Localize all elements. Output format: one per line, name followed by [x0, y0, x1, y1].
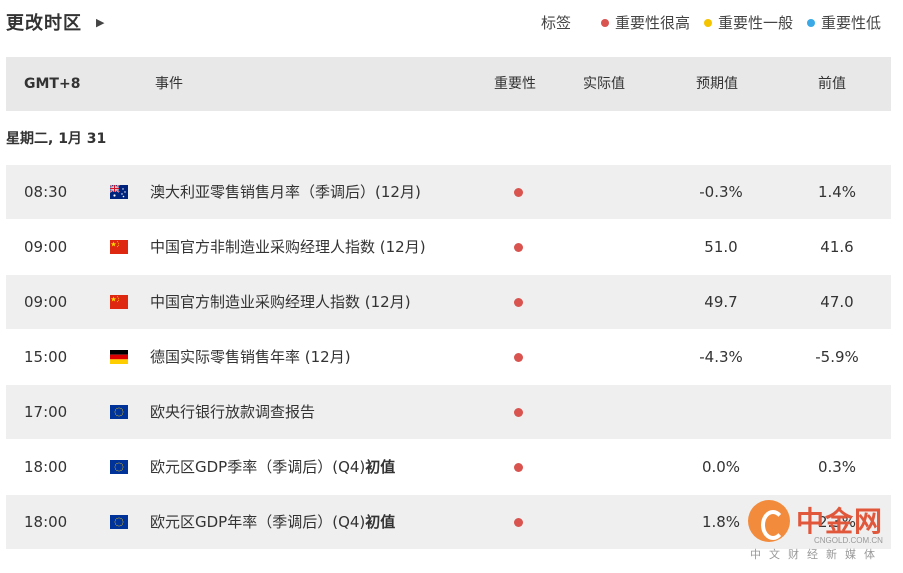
- cngold-logo-icon: [748, 500, 790, 542]
- cn-flag-icon: [110, 240, 128, 254]
- forecast-value: -0.3%: [699, 183, 743, 201]
- legend-label: 重要性一般: [717, 14, 793, 32]
- watermark: 中金网 CNGOLD.COM.CN 中文财经新媒体: [748, 500, 898, 570]
- eu-flag-icon: [110, 460, 128, 474]
- event-text: 德国实际零售销售年率 (12月): [150, 348, 351, 366]
- forecast-value: [676, 385, 766, 439]
- eu-flag-icon: [110, 515, 128, 529]
- table-row[interactable]: 15:00 德国实际零售销售年率 (12月) -4.3% -5.9%: [6, 330, 891, 384]
- event-time: 18:00: [24, 458, 68, 476]
- previous-value: 47.0: [820, 293, 854, 311]
- event-title[interactable]: 欧央行银行放款调查报告: [150, 385, 490, 439]
- eu-flag-icon: [110, 405, 128, 419]
- importance-indicator: [514, 408, 523, 417]
- column-header-event: 事件: [155, 76, 183, 92]
- event-time: 18:00: [24, 513, 68, 531]
- actual-value: [576, 220, 646, 274]
- table-row[interactable]: 08:30 澳大利亚零售销售月率（季调后）(12月) -0.3% 1.4%: [6, 165, 891, 219]
- red-dot-icon: [600, 18, 609, 27]
- previous-value: 1.4%: [817, 183, 857, 201]
- actual-value: [576, 440, 646, 494]
- red-dot-icon: [514, 188, 523, 197]
- column-header-gmt[interactable]: GMT+8: [24, 57, 80, 111]
- table-row[interactable]: 09:00 中国官方非制造业采购经理人指数 (12月) 51.0 41.6: [6, 220, 891, 274]
- event-time: 17:00: [24, 403, 68, 421]
- event-text: 中国官方制造业采购经理人指数 (12月): [150, 293, 411, 311]
- legend-item-high[interactable]: 重要性很高: [600, 12, 690, 33]
- importance-indicator: [514, 298, 523, 307]
- yellow-dot-icon: [703, 18, 712, 27]
- change-timezone-label: 更改时区: [6, 13, 82, 34]
- red-dot-icon: [514, 243, 523, 252]
- event-title[interactable]: 德国实际零售销售年率 (12月): [150, 330, 490, 384]
- importance-indicator: [514, 463, 523, 472]
- legend-label: 重要性低: [820, 14, 881, 32]
- change-timezone-button[interactable]: 更改时区 ▶: [6, 9, 104, 35]
- importance-indicator: [514, 518, 523, 527]
- column-header-forecast: 预期值: [696, 76, 738, 92]
- watermark-tagline: 中文财经新媒体: [750, 548, 883, 561]
- importance-indicator: [514, 353, 523, 362]
- event-text: 澳大利亚零售销售月率（季调后）(12月): [150, 183, 421, 201]
- column-header-importance: 重要性: [494, 76, 536, 92]
- event-bold-suffix: 初值: [365, 513, 396, 531]
- event-time: 15:00: [24, 348, 68, 366]
- importance-legend: 标签 重要性很高 重要性一般 重要性低: [541, 12, 881, 33]
- event-title[interactable]: 欧元区GDP季率（季调后）(Q4)初值: [150, 440, 490, 494]
- legend-tag-label: 标签: [540, 14, 571, 32]
- red-dot-icon: [514, 353, 523, 362]
- event-title[interactable]: 澳大利亚零售销售月率（季调后）(12月): [150, 165, 490, 219]
- forecast-value: 51.0: [704, 238, 738, 256]
- column-header-actual: 实际值: [583, 76, 625, 92]
- event-time: 09:00: [24, 238, 68, 256]
- event-title[interactable]: 中国官方制造业采购经理人指数 (12月): [150, 275, 490, 329]
- legend-item-low[interactable]: 重要性低: [806, 12, 881, 33]
- watermark-url: CNGOLD.COM.CN: [814, 536, 883, 545]
- table-header: GMT+8 事件 重要性 实际值 预期值 前值: [6, 57, 891, 111]
- red-dot-icon: [514, 408, 523, 417]
- actual-value: [576, 275, 646, 329]
- importance-indicator: [514, 243, 523, 252]
- table-row[interactable]: 09:00 中国官方制造业采购经理人指数 (12月) 49.7 47.0: [6, 275, 891, 329]
- legend-item-medium[interactable]: 重要性一般: [703, 12, 793, 33]
- watermark-name: 中金网: [796, 505, 884, 538]
- event-text: 欧元区GDP季率（季调后）(Q4): [150, 458, 366, 476]
- play-arrow-icon: ▶: [96, 15, 105, 29]
- top-bar: 更改时区 ▶ 标签 重要性很高 重要性一般 重要性低: [0, 0, 903, 40]
- red-dot-icon: [514, 518, 523, 527]
- red-dot-icon: [514, 298, 523, 307]
- legend-label: 重要性很高: [614, 14, 690, 32]
- event-time: 08:30: [24, 183, 68, 201]
- event-title[interactable]: 中国官方非制造业采购经理人指数 (12月): [150, 220, 490, 274]
- event-text: 欧央行银行放款调查报告: [150, 403, 316, 421]
- event-text: 中国官方非制造业采购经理人指数 (12月): [150, 238, 426, 256]
- table-row[interactable]: 18:00 欧元区GDP季率（季调后）(Q4)初值 0.0% 0.3%: [6, 440, 891, 494]
- event-title[interactable]: 欧元区GDP年率（季调后）(Q4)初值: [150, 495, 490, 549]
- au-flag-icon: [110, 185, 128, 199]
- previous-value: 41.6: [820, 238, 854, 256]
- actual-value: [576, 165, 646, 219]
- importance-indicator: [514, 188, 523, 197]
- cn-flag-icon: [110, 295, 128, 309]
- event-text: 欧元区GDP年率（季调后）(Q4): [150, 513, 366, 531]
- forecast-value: 0.0%: [701, 458, 741, 476]
- actual-value: [576, 385, 646, 439]
- de-flag-icon: [110, 350, 128, 364]
- previous-value: 0.3%: [817, 458, 857, 476]
- actual-value: [576, 495, 646, 549]
- event-bold-suffix: 初值: [365, 458, 396, 476]
- forecast-value: -4.3%: [699, 348, 743, 366]
- previous-value: [792, 385, 882, 439]
- red-dot-icon: [514, 463, 523, 472]
- blue-dot-icon: [806, 18, 815, 27]
- previous-value: -5.9%: [815, 348, 859, 366]
- event-time: 09:00: [24, 293, 68, 311]
- actual-value: [576, 330, 646, 384]
- forecast-value: 49.7: [704, 293, 738, 311]
- table-row[interactable]: 17:00 欧央行银行放款调查报告: [6, 385, 891, 439]
- day-label: 星期二, 1月 31: [6, 131, 107, 147]
- column-header-previous: 前值: [818, 76, 846, 92]
